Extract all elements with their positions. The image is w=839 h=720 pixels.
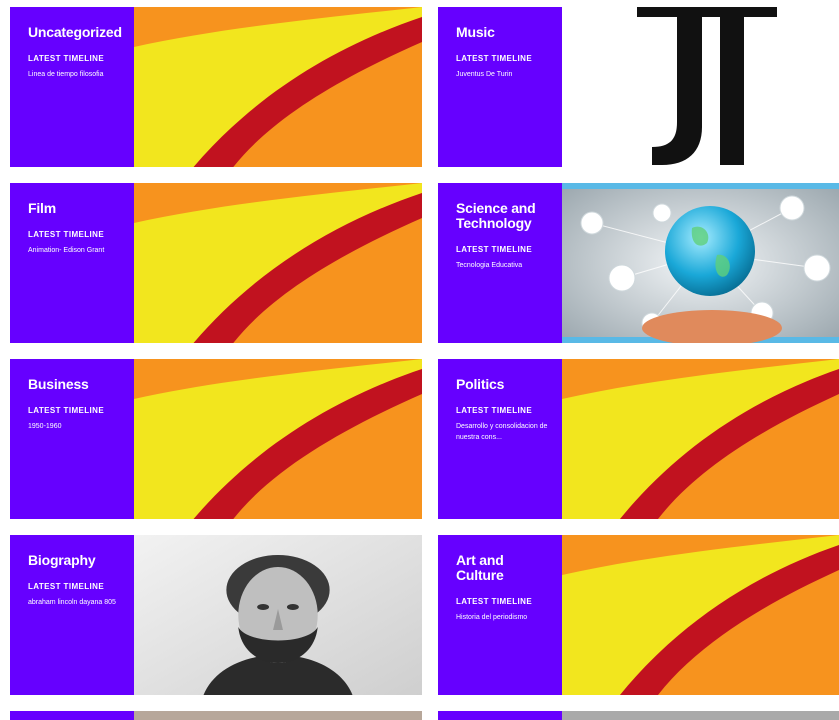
category-title[interactable]: Uncategorized (28, 25, 124, 40)
category-thumbnail[interactable] (134, 183, 422, 343)
category-card-partial[interactable] (10, 711, 422, 720)
latest-timeline-label: LATEST TIMELINE (456, 245, 533, 254)
category-panel: Politics LATEST TIMELINE Desarrollo y co… (438, 359, 562, 519)
globe-network-image (562, 183, 839, 343)
category-panel: Biography LATEST TIMELINE abraham lincol… (10, 535, 134, 695)
category-card-art-and-culture[interactable]: Art and Culture LATEST TIMELINE Historia… (438, 535, 839, 695)
category-title[interactable]: Biography (28, 553, 124, 568)
category-panel: Music LATEST TIMELINE Juventus De Turin (438, 7, 562, 167)
latest-timeline-label: LATEST TIMELINE (28, 582, 105, 591)
category-thumbnail[interactable] (134, 7, 422, 167)
category-title[interactable]: Music (456, 25, 552, 40)
category-title[interactable]: Art and Culture (456, 553, 552, 583)
latest-timeline-entry[interactable]: Juventus De Turin (456, 69, 552, 80)
orange-swoosh-image (562, 535, 839, 695)
category-panel: Art and Culture LATEST TIMELINE Historia… (438, 535, 562, 695)
category-card-science-and-technology[interactable]: Science and Technology LATEST TIMELINE T… (438, 183, 839, 343)
category-panel (438, 711, 562, 720)
category-card-biography[interactable]: Biography LATEST TIMELINE abraham lincol… (10, 535, 422, 695)
category-panel: Uncategorized LATEST TIMELINE Linea de t… (10, 7, 134, 167)
category-thumbnail[interactable] (134, 535, 422, 695)
category-panel: Science and Technology LATEST TIMELINE T… (438, 183, 562, 343)
category-thumbnail[interactable] (562, 711, 839, 720)
category-title[interactable]: Science and Technology (456, 201, 552, 231)
orange-swoosh-image (134, 359, 422, 519)
orange-swoosh-image (134, 7, 422, 167)
category-grid: Uncategorized LATEST TIMELINE Linea de t… (0, 0, 839, 720)
category-title[interactable]: Politics (456, 377, 552, 392)
category-panel: Film LATEST TIMELINE Animation- Edison G… (10, 183, 134, 343)
orange-swoosh-image (134, 183, 422, 343)
category-card-music[interactable]: Music LATEST TIMELINE Juventus De Turin (438, 7, 839, 167)
latest-timeline-entry[interactable]: Tecnologia Educativa (456, 260, 552, 271)
category-card-politics[interactable]: Politics LATEST TIMELINE Desarrollo y co… (438, 359, 839, 519)
category-card-business[interactable]: Business LATEST TIMELINE 1950-1960 (10, 359, 422, 519)
latest-timeline-label: LATEST TIMELINE (28, 54, 105, 63)
category-title[interactable]: Business (28, 377, 124, 392)
category-card-film[interactable]: Film LATEST TIMELINE Animation- Edison G… (10, 183, 422, 343)
latest-timeline-label: LATEST TIMELINE (456, 597, 533, 606)
category-thumbnail[interactable] (562, 183, 839, 343)
category-thumbnail[interactable] (562, 359, 839, 519)
latest-timeline-entry[interactable]: Historia del periodismo (456, 612, 552, 623)
category-card-uncategorized[interactable]: Uncategorized LATEST TIMELINE Linea de t… (10, 7, 422, 167)
latest-timeline-label: LATEST TIMELINE (456, 54, 533, 63)
orange-swoosh-image (562, 359, 839, 519)
juventus-logo-image (562, 7, 839, 167)
category-thumbnail[interactable] (562, 7, 839, 167)
latest-timeline-entry[interactable]: Desarrollo y consolidacion de nuestra co… (456, 421, 552, 443)
latest-timeline-label: LATEST TIMELINE (28, 406, 105, 415)
latest-timeline-entry[interactable]: abraham lincoln dayana 805 (28, 597, 124, 608)
latest-timeline-entry[interactable]: Animation- Edison Grant (28, 245, 124, 256)
latest-timeline-label: LATEST TIMELINE (456, 406, 533, 415)
latest-timeline-entry[interactable]: Linea de tiempo filosofia (28, 69, 124, 80)
category-card-partial[interactable] (438, 711, 839, 720)
category-panel: Business LATEST TIMELINE 1950-1960 (10, 359, 134, 519)
latest-timeline-label: LATEST TIMELINE (28, 230, 105, 239)
category-thumbnail[interactable] (134, 711, 422, 720)
category-panel (10, 711, 134, 720)
category-title[interactable]: Film (28, 201, 124, 216)
latest-timeline-entry[interactable]: 1950-1960 (28, 421, 124, 432)
category-thumbnail[interactable] (562, 535, 839, 695)
category-thumbnail[interactable] (134, 359, 422, 519)
lincoln-portrait-image (134, 535, 422, 695)
